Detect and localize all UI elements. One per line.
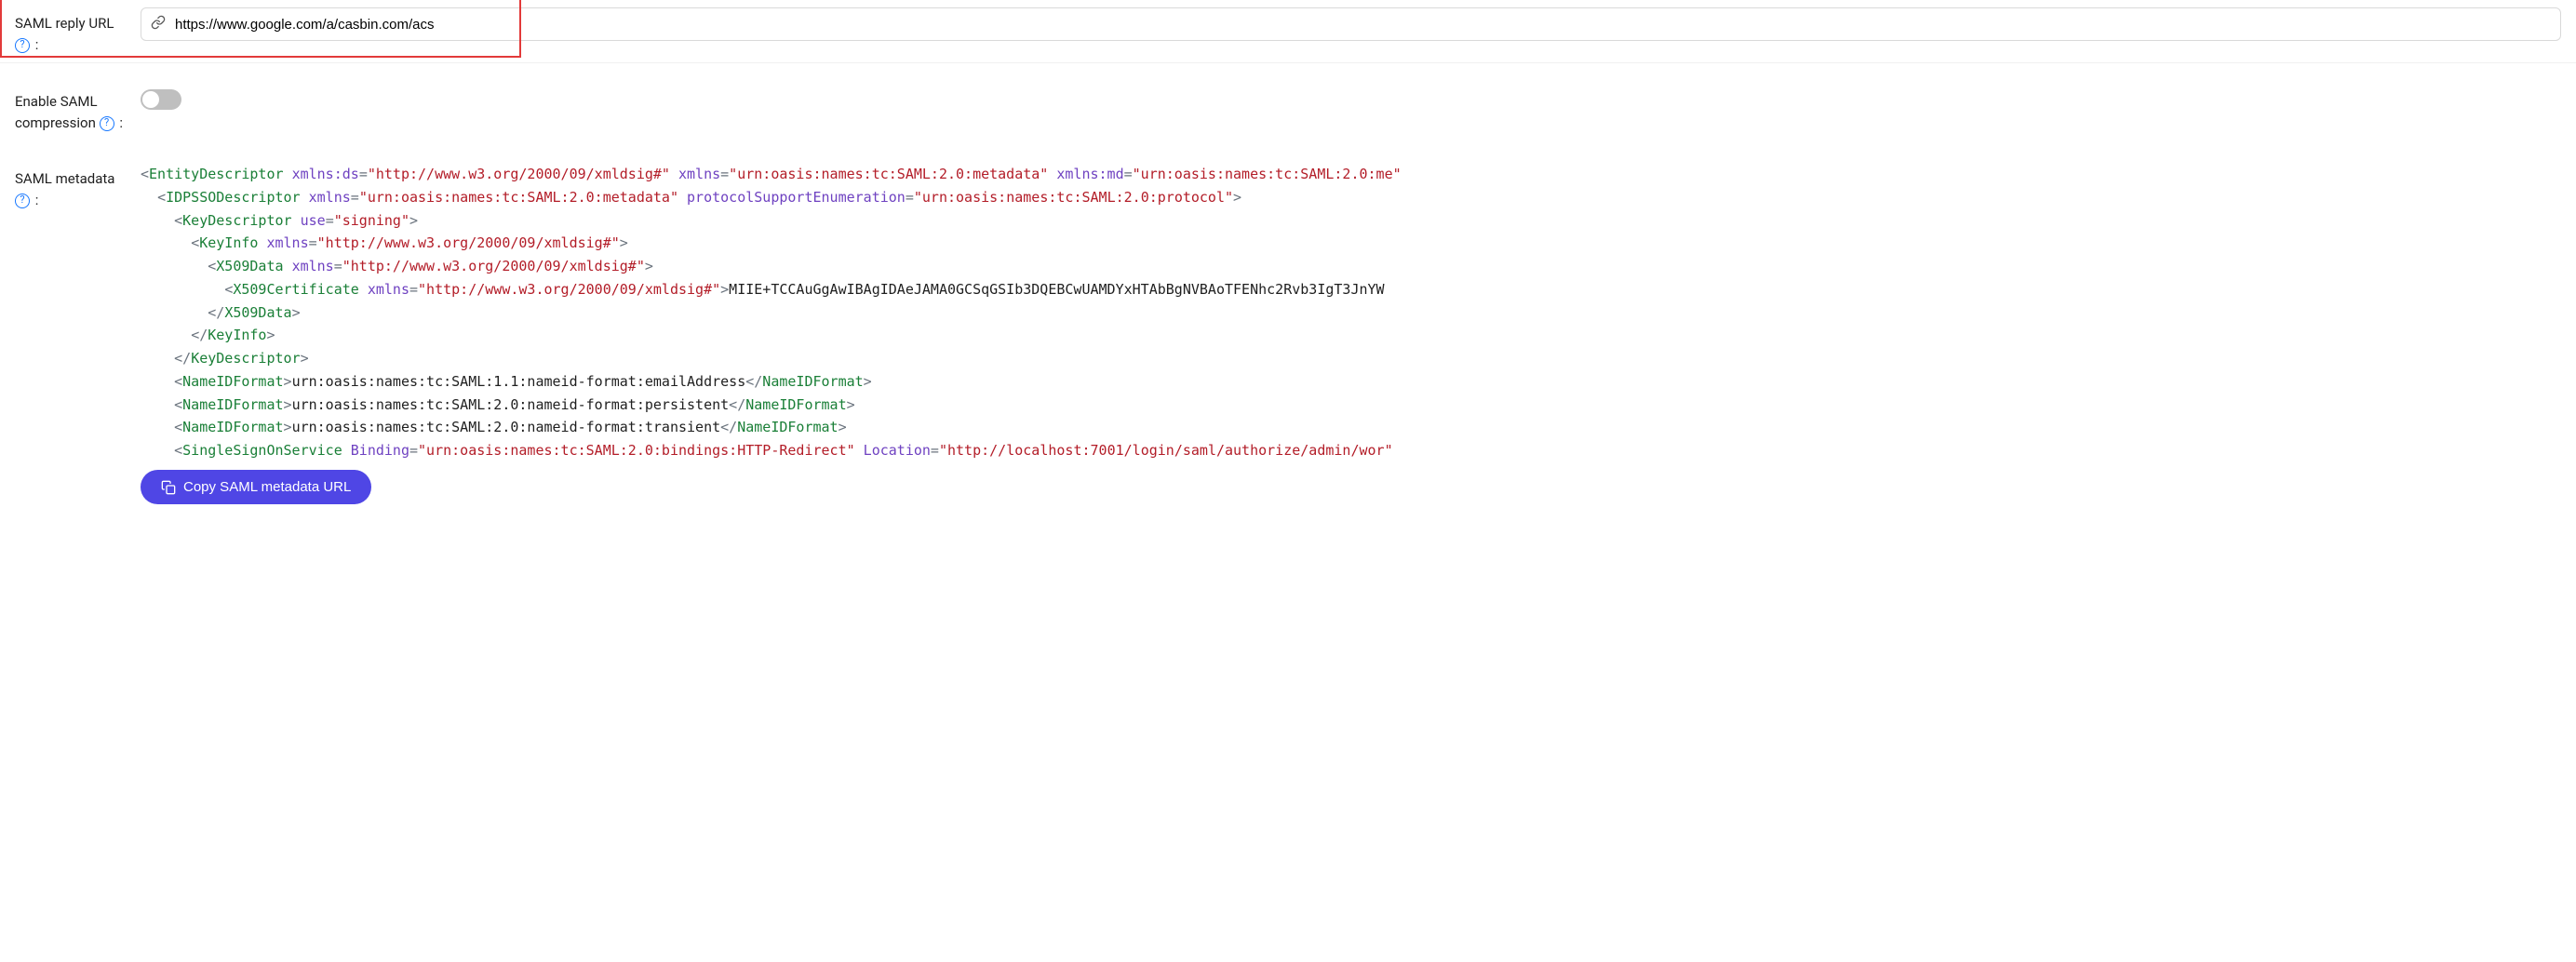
enable-saml-compression-label: Enable SAML compression ? : [15, 86, 141, 133]
saml-metadata-label: SAML metadata ? : [15, 163, 141, 210]
saml-reply-url-label: SAML reply URL ? : [15, 7, 141, 55]
help-icon[interactable]: ? [15, 38, 30, 53]
help-icon[interactable]: ? [15, 194, 30, 208]
link-icon [151, 15, 166, 33]
copy-icon [161, 480, 176, 495]
enable-saml-compression-toggle[interactable] [141, 89, 181, 110]
saml-reply-url-input-wrap[interactable] [141, 7, 2561, 41]
copy-saml-metadata-url-button[interactable]: Copy SAML metadata URL [141, 470, 371, 504]
copy-button-label: Copy SAML metadata URL [183, 479, 351, 495]
saml-reply-url-input[interactable] [173, 16, 2551, 33]
help-icon[interactable]: ? [100, 116, 114, 131]
saml-metadata-xml-view: <EntityDescriptor xmlns:ds="http://www.w… [141, 163, 2561, 459]
